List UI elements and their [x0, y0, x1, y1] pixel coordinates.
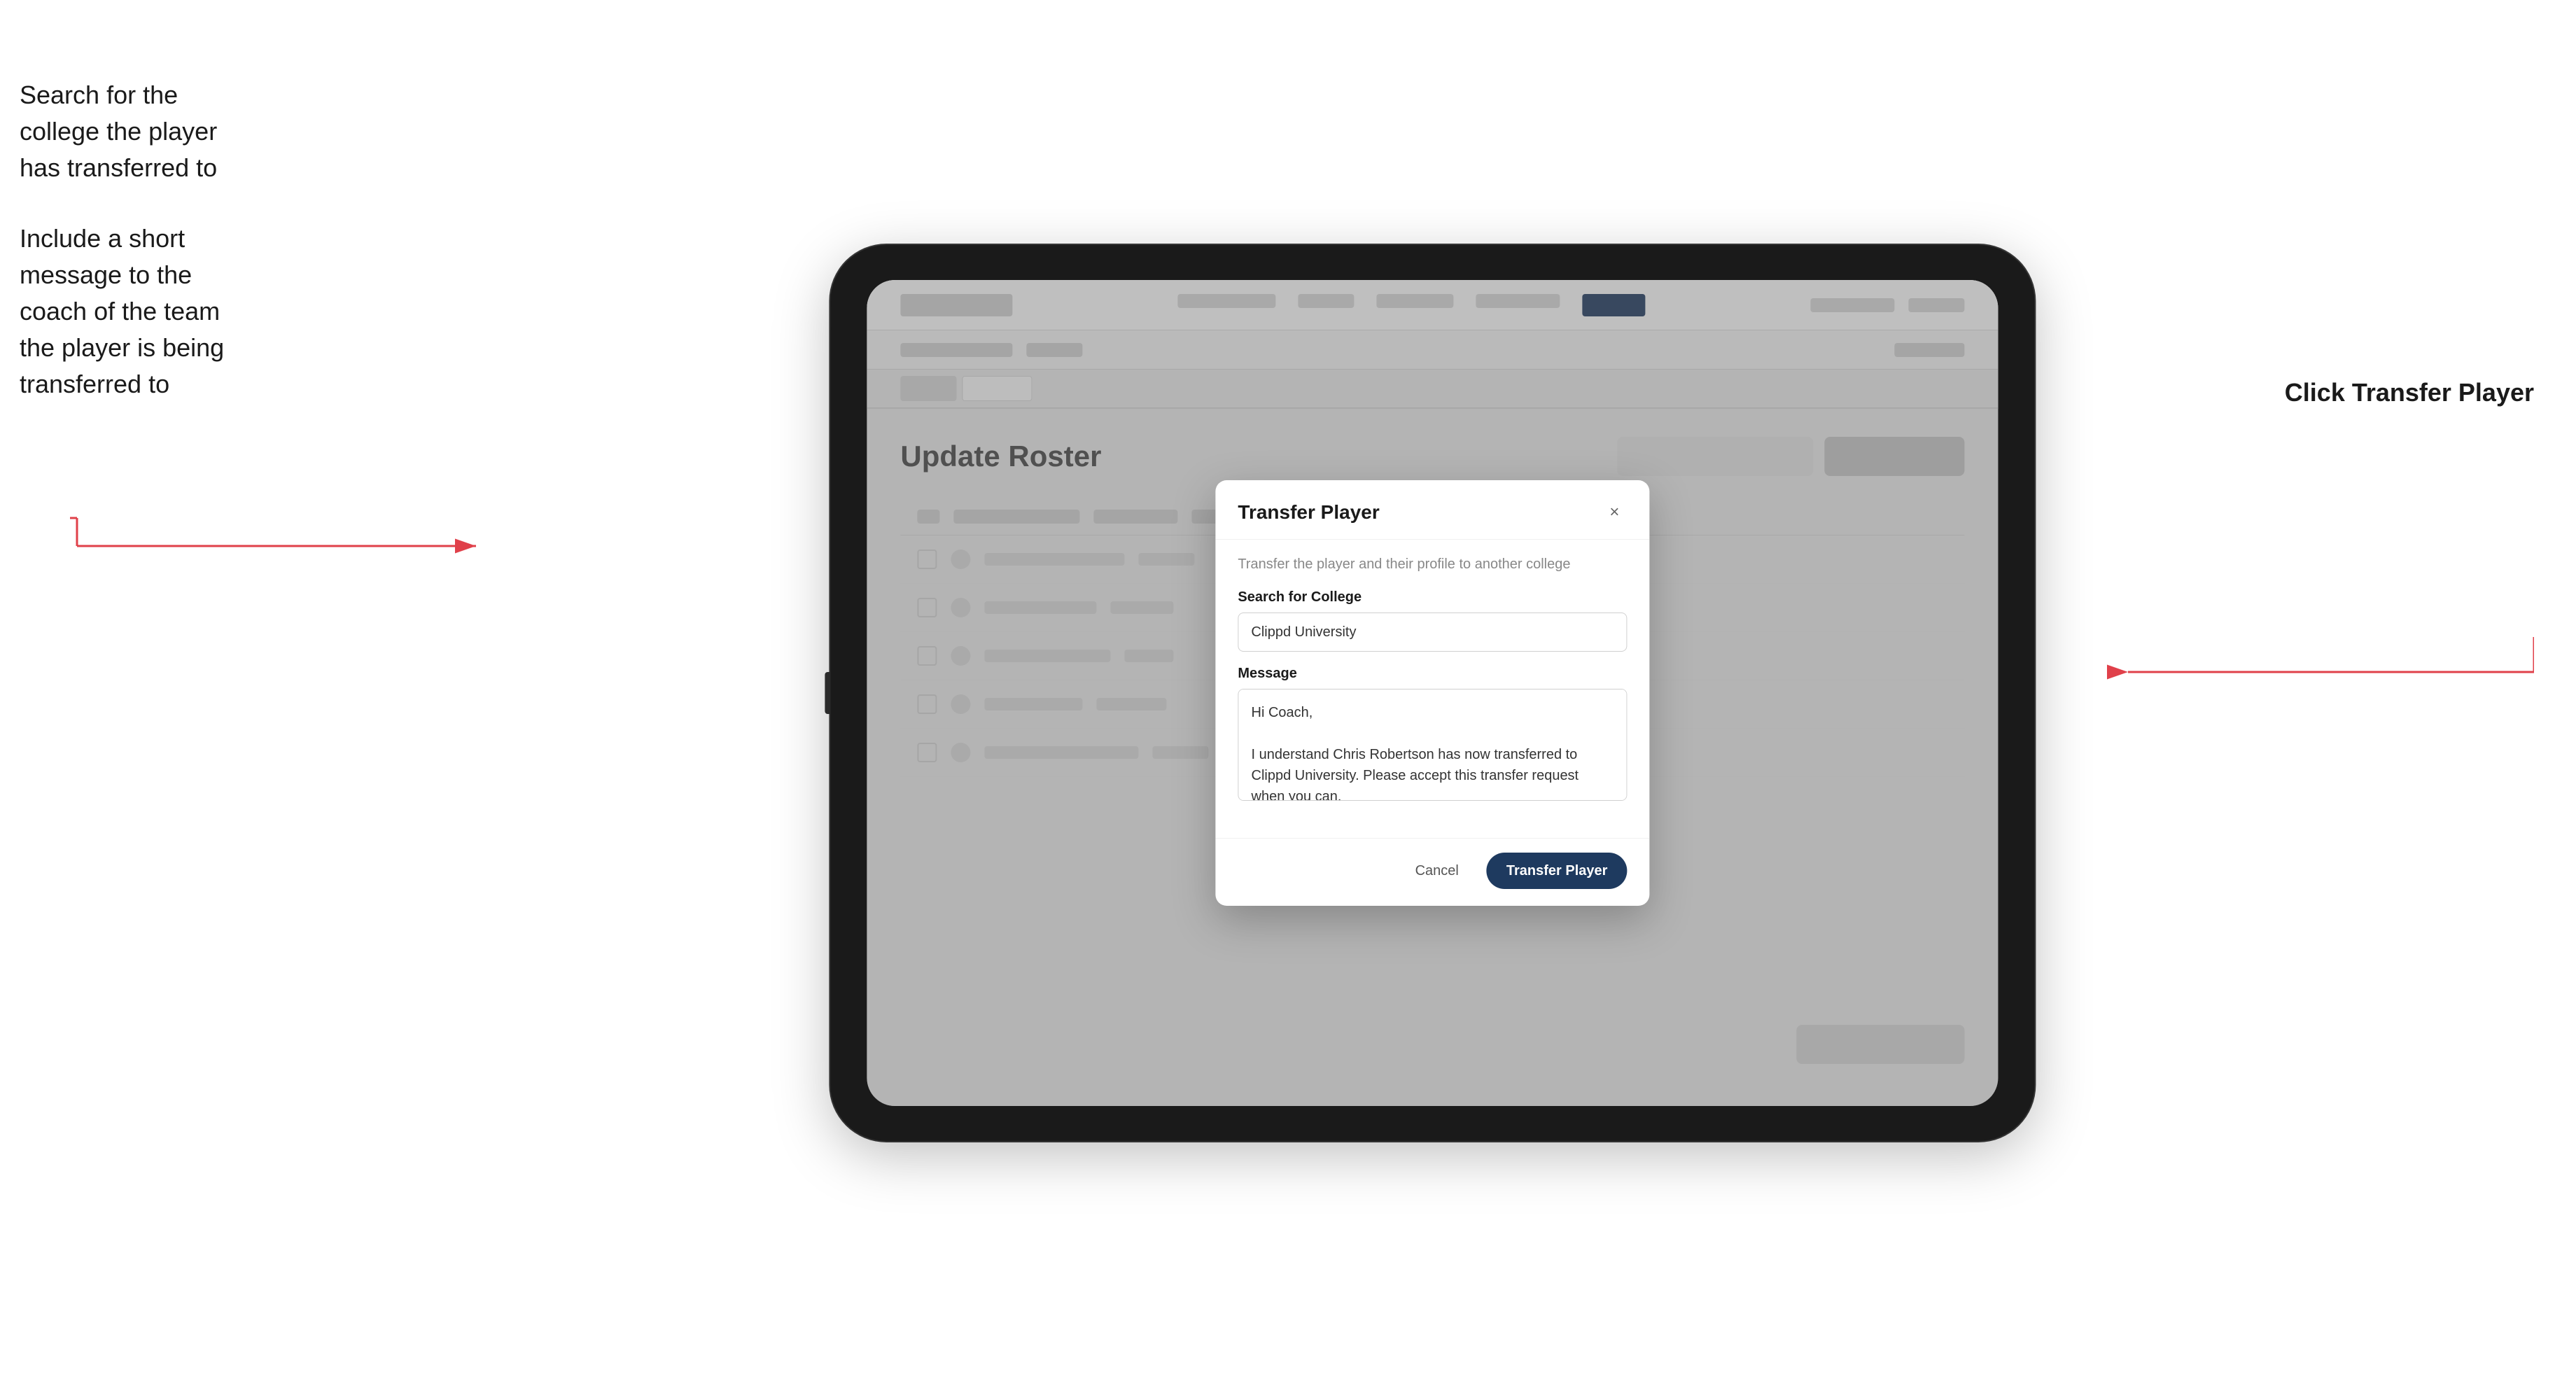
tablet-outer: Update Roster: [830, 245, 2034, 1141]
tablet-frame: Update Roster: [830, 245, 2034, 1141]
modal-header: Transfer Player ×: [1215, 480, 1649, 540]
annotation-right-bold: Transfer Player: [2352, 378, 2534, 407]
transfer-player-modal: Transfer Player × Transfer the player an…: [1215, 480, 1649, 906]
modal-title: Transfer Player: [1238, 501, 1379, 524]
arrow-right: [2044, 616, 2534, 700]
search-college-group: Search for College: [1238, 589, 1627, 652]
annotation-text-1: Search for the college the player has tr…: [20, 77, 258, 187]
annotation-right: Click Transfer Player: [2285, 378, 2534, 407]
arrow-left: [70, 504, 490, 560]
annotation-text-2: Include a short message to the coach of …: [20, 220, 258, 403]
modal-overlay: Transfer Player × Transfer the player an…: [867, 280, 1998, 1106]
search-college-label: Search for College: [1238, 589, 1627, 606]
message-label: Message: [1238, 666, 1627, 682]
cancel-button[interactable]: Cancel: [1399, 853, 1476, 889]
modal-description: Transfer the player and their profile to…: [1238, 556, 1627, 573]
message-textarea[interactable]: Hi Coach, I understand Chris Robertson h…: [1238, 689, 1627, 801]
message-group: Message Hi Coach, I understand Chris Rob…: [1238, 666, 1627, 804]
modal-close-button[interactable]: ×: [1602, 500, 1627, 525]
annotation-left: Search for the college the player has tr…: [20, 77, 258, 437]
tablet-screen: Update Roster: [867, 280, 1998, 1106]
annotation-right-prefix: Click: [2285, 378, 2352, 407]
search-college-input[interactable]: [1238, 612, 1627, 652]
transfer-player-button[interactable]: Transfer Player: [1487, 853, 1628, 889]
modal-footer: Cancel Transfer Player: [1215, 838, 1649, 906]
modal-body: Transfer the player and their profile to…: [1215, 540, 1649, 838]
